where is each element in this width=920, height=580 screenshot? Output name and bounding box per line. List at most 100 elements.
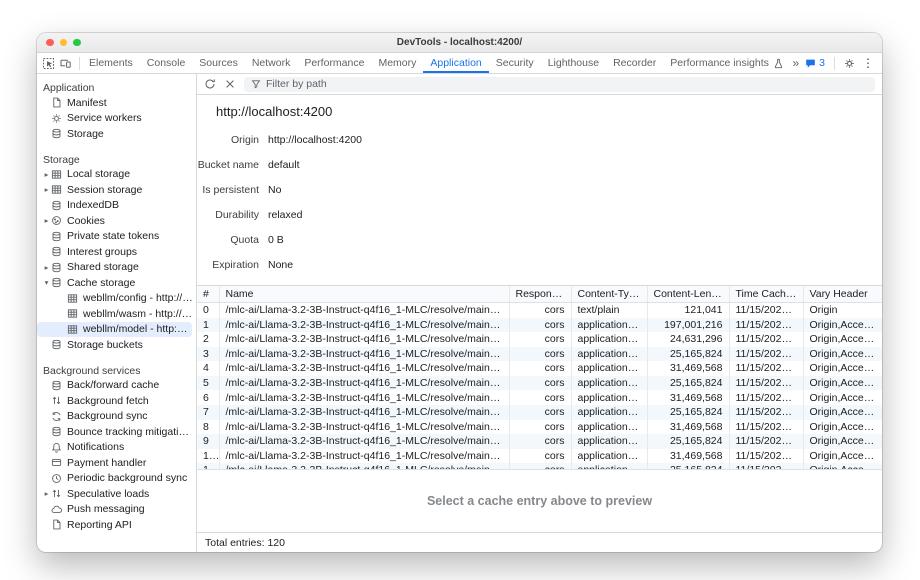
message-bubble-icon [805,58,816,69]
tab-lighthouse[interactable]: Lighthouse [541,53,606,73]
database-icon [51,246,62,257]
sidebar-item-local-storage[interactable]: ▸Local storage [37,167,196,183]
more-tabs-button[interactable]: » [792,56,798,70]
cell-vary-header: Origin,Access… [803,405,882,420]
sidebar-item-webllm-model-http-loc[interactable]: webllm/model - http://loc… [37,322,192,338]
cache-entry-row[interactable]: 0/mlc-ai/Llama-3.2-3B-Instruct-q4f16_1-M… [197,303,882,318]
column-header-name[interactable]: Name [219,286,509,303]
tab-application[interactable]: Application [423,53,488,73]
messages-count: 3 [819,57,825,69]
sidebar-item-storage-buckets[interactable]: Storage buckets [37,337,196,353]
column-header-vary-header[interactable]: Vary Header [803,286,882,303]
database-icon [51,231,62,242]
tab-elements[interactable]: Elements [82,53,140,73]
sidebar-item-label: Speculative loads [67,488,152,500]
sidebar-item-service-workers[interactable]: Service workers [37,111,196,127]
cache-entry-row[interactable]: 9/mlc-ai/Llama-3.2-3B-Instruct-q4f16_1-M… [197,434,882,449]
cache-metadata-fields: Originhttp://localhost:4200Bucket namede… [197,124,882,285]
table-icon [51,184,62,195]
cell-: 7 [197,405,219,420]
refresh-icon[interactable] [204,78,216,90]
cell-content-length: 25,165,824 [647,434,729,449]
cache-entry-row[interactable]: 6/mlc-ai/Llama-3.2-3B-Instruct-q4f16_1-M… [197,390,882,405]
delete-selected-icon[interactable] [224,78,236,90]
sidebar-item-shared-storage[interactable]: ▸ Shared storage [37,260,196,276]
kebab-menu-icon[interactable]: ⋮ [862,56,874,70]
tab-performance-insights[interactable]: Performance insights [663,53,784,73]
cell-content-length: 31,469,568 [647,390,729,405]
cell-content-type: application/oc… [571,318,647,333]
tab-network[interactable]: Network [245,53,298,73]
sidebar-item-webllm-wasm-http-loca[interactable]: webllm/wasm - http://loca… [37,306,196,322]
cloud-icon [51,504,62,515]
sidebar-item-periodic-background-sync[interactable]: Periodic background sync [37,471,196,487]
sidebar-item-private-state-tokens[interactable]: Private state tokens [37,229,196,245]
cache-entry-row[interactable]: 10/mlc-ai/Llama-3.2-3B-Instruct-q4f16_1-… [197,449,882,464]
sidebar-item-bounce-tracking-mitigations[interactable]: Bounce tracking mitigations [37,424,196,440]
cell-name: /mlc-ai/Llama-3.2-3B-Instruct-q4f16_1-ML… [219,332,509,347]
column-header-content-length[interactable]: Content-Length [647,286,729,303]
tab-memory[interactable]: Memory [371,53,423,73]
cache-entry-row[interactable]: 4/mlc-ai/Llama-3.2-3B-Instruct-q4f16_1-M… [197,361,882,376]
cache-entry-row[interactable]: 5/mlc-ai/Llama-3.2-3B-Instruct-q4f16_1-M… [197,376,882,391]
cache-entry-row[interactable]: 7/mlc-ai/Llama-3.2-3B-Instruct-q4f16_1-M… [197,405,882,420]
tree-collapsed-arrow-icon[interactable]: ▸ [42,170,51,179]
console-messages-button[interactable]: 3 [805,57,825,69]
cell-vary-header: Origin,Access… [803,390,882,405]
tab-sources[interactable]: Sources [192,53,245,73]
sidebar-item-webllm-config-http-loc[interactable]: webllm/config - http://loc… [37,291,196,307]
sidebar-item-background-sync[interactable]: Background sync [37,409,196,425]
sidebar-item-interest-groups[interactable]: Interest groups [37,244,196,260]
column-header-content-type[interactable]: Content-Type [571,286,647,303]
sidebar-item-notifications[interactable]: Notifications [37,440,196,456]
table-icon [67,293,78,304]
column-header-response-type[interactable]: Response-Type [509,286,571,303]
cache-entry-row[interactable]: 2/mlc-ai/Llama-3.2-3B-Instruct-q4f16_1-M… [197,332,882,347]
settings-gear-icon[interactable] [844,58,855,69]
filter-pill[interactable] [244,77,875,92]
sidebar-item-background-fetch[interactable]: Background fetch [37,393,196,409]
sidebar-item-cache-storage[interactable]: ▾Cache storage [37,275,196,291]
column-header-[interactable]: # [197,286,219,303]
sidebar-item-indexeddb[interactable]: IndexedDB [37,198,196,214]
cell-content-length: 121,041 [647,303,729,318]
sidebar-item-back-forward-cache[interactable]: Back/forward cache [37,378,196,394]
cell-content-length: 25,165,824 [647,376,729,391]
filter-by-path-input[interactable] [266,78,868,90]
sidebar-item-storage[interactable]: Storage [37,126,196,142]
tree-collapsed-arrow-icon[interactable]: ▸ [42,185,51,194]
cell-content-length: 197,001,216 [647,318,729,333]
tree-expanded-arrow-icon[interactable]: ▾ [42,278,51,287]
sidebar-item-cookies[interactable]: ▸Cookies [37,213,196,229]
sidebar-item-label: Shared storage [67,261,142,273]
tree-collapsed-arrow-icon[interactable]: ▸ [42,216,51,225]
sidebar-item-manifest[interactable]: Manifest [37,95,196,111]
cell-vary-header: Origin,Access… [803,434,882,449]
sidebar-item-label: Session storage [67,184,145,196]
tab-recorder[interactable]: Recorder [606,53,663,73]
sync-icon [51,411,62,422]
tab-console[interactable]: Console [140,53,193,73]
column-header-time-cached[interactable]: Time Cached [729,286,803,303]
sidebar-item-push-messaging[interactable]: Push messaging [37,502,196,518]
sidebar-item-reporting-api[interactable]: Reporting API [37,517,196,533]
database-icon [51,426,62,437]
sidebar-item-session-storage[interactable]: ▸ Session storage [37,182,196,198]
sidebar-item-label: Manifest [67,97,110,109]
device-toolbar-icon[interactable] [59,57,72,70]
inspect-element-icon[interactable] [42,57,55,70]
cell-vary-header: Origin,Access… [803,449,882,464]
cache-entry-row[interactable]: 3/mlc-ai/Llama-3.2-3B-Instruct-q4f16_1-M… [197,347,882,362]
sidebar-item-speculative-loads[interactable]: ▸ Speculative loads [37,486,196,502]
sidebar-item-payment-handler[interactable]: Payment handler [37,455,196,471]
cache-entry-row[interactable]: 1/mlc-ai/Llama-3.2-3B-Instruct-q4f16_1-M… [197,318,882,333]
tab-security[interactable]: Security [489,53,541,73]
cell-vary-header: Origin,Access… [803,376,882,391]
cell-time-cached: 11/15/2024, 10… [729,434,803,449]
tab-performance[interactable]: Performance [297,53,371,73]
tree-collapsed-arrow-icon[interactable]: ▸ [42,263,51,272]
cell-time-cached: 11/15/2024, 10… [729,449,803,464]
cache-entry-row[interactable]: 8/mlc-ai/Llama-3.2-3B-Instruct-q4f16_1-M… [197,420,882,435]
tree-collapsed-arrow-icon[interactable]: ▸ [42,489,51,498]
sidebar-item-label: Back/forward cache [67,379,162,391]
